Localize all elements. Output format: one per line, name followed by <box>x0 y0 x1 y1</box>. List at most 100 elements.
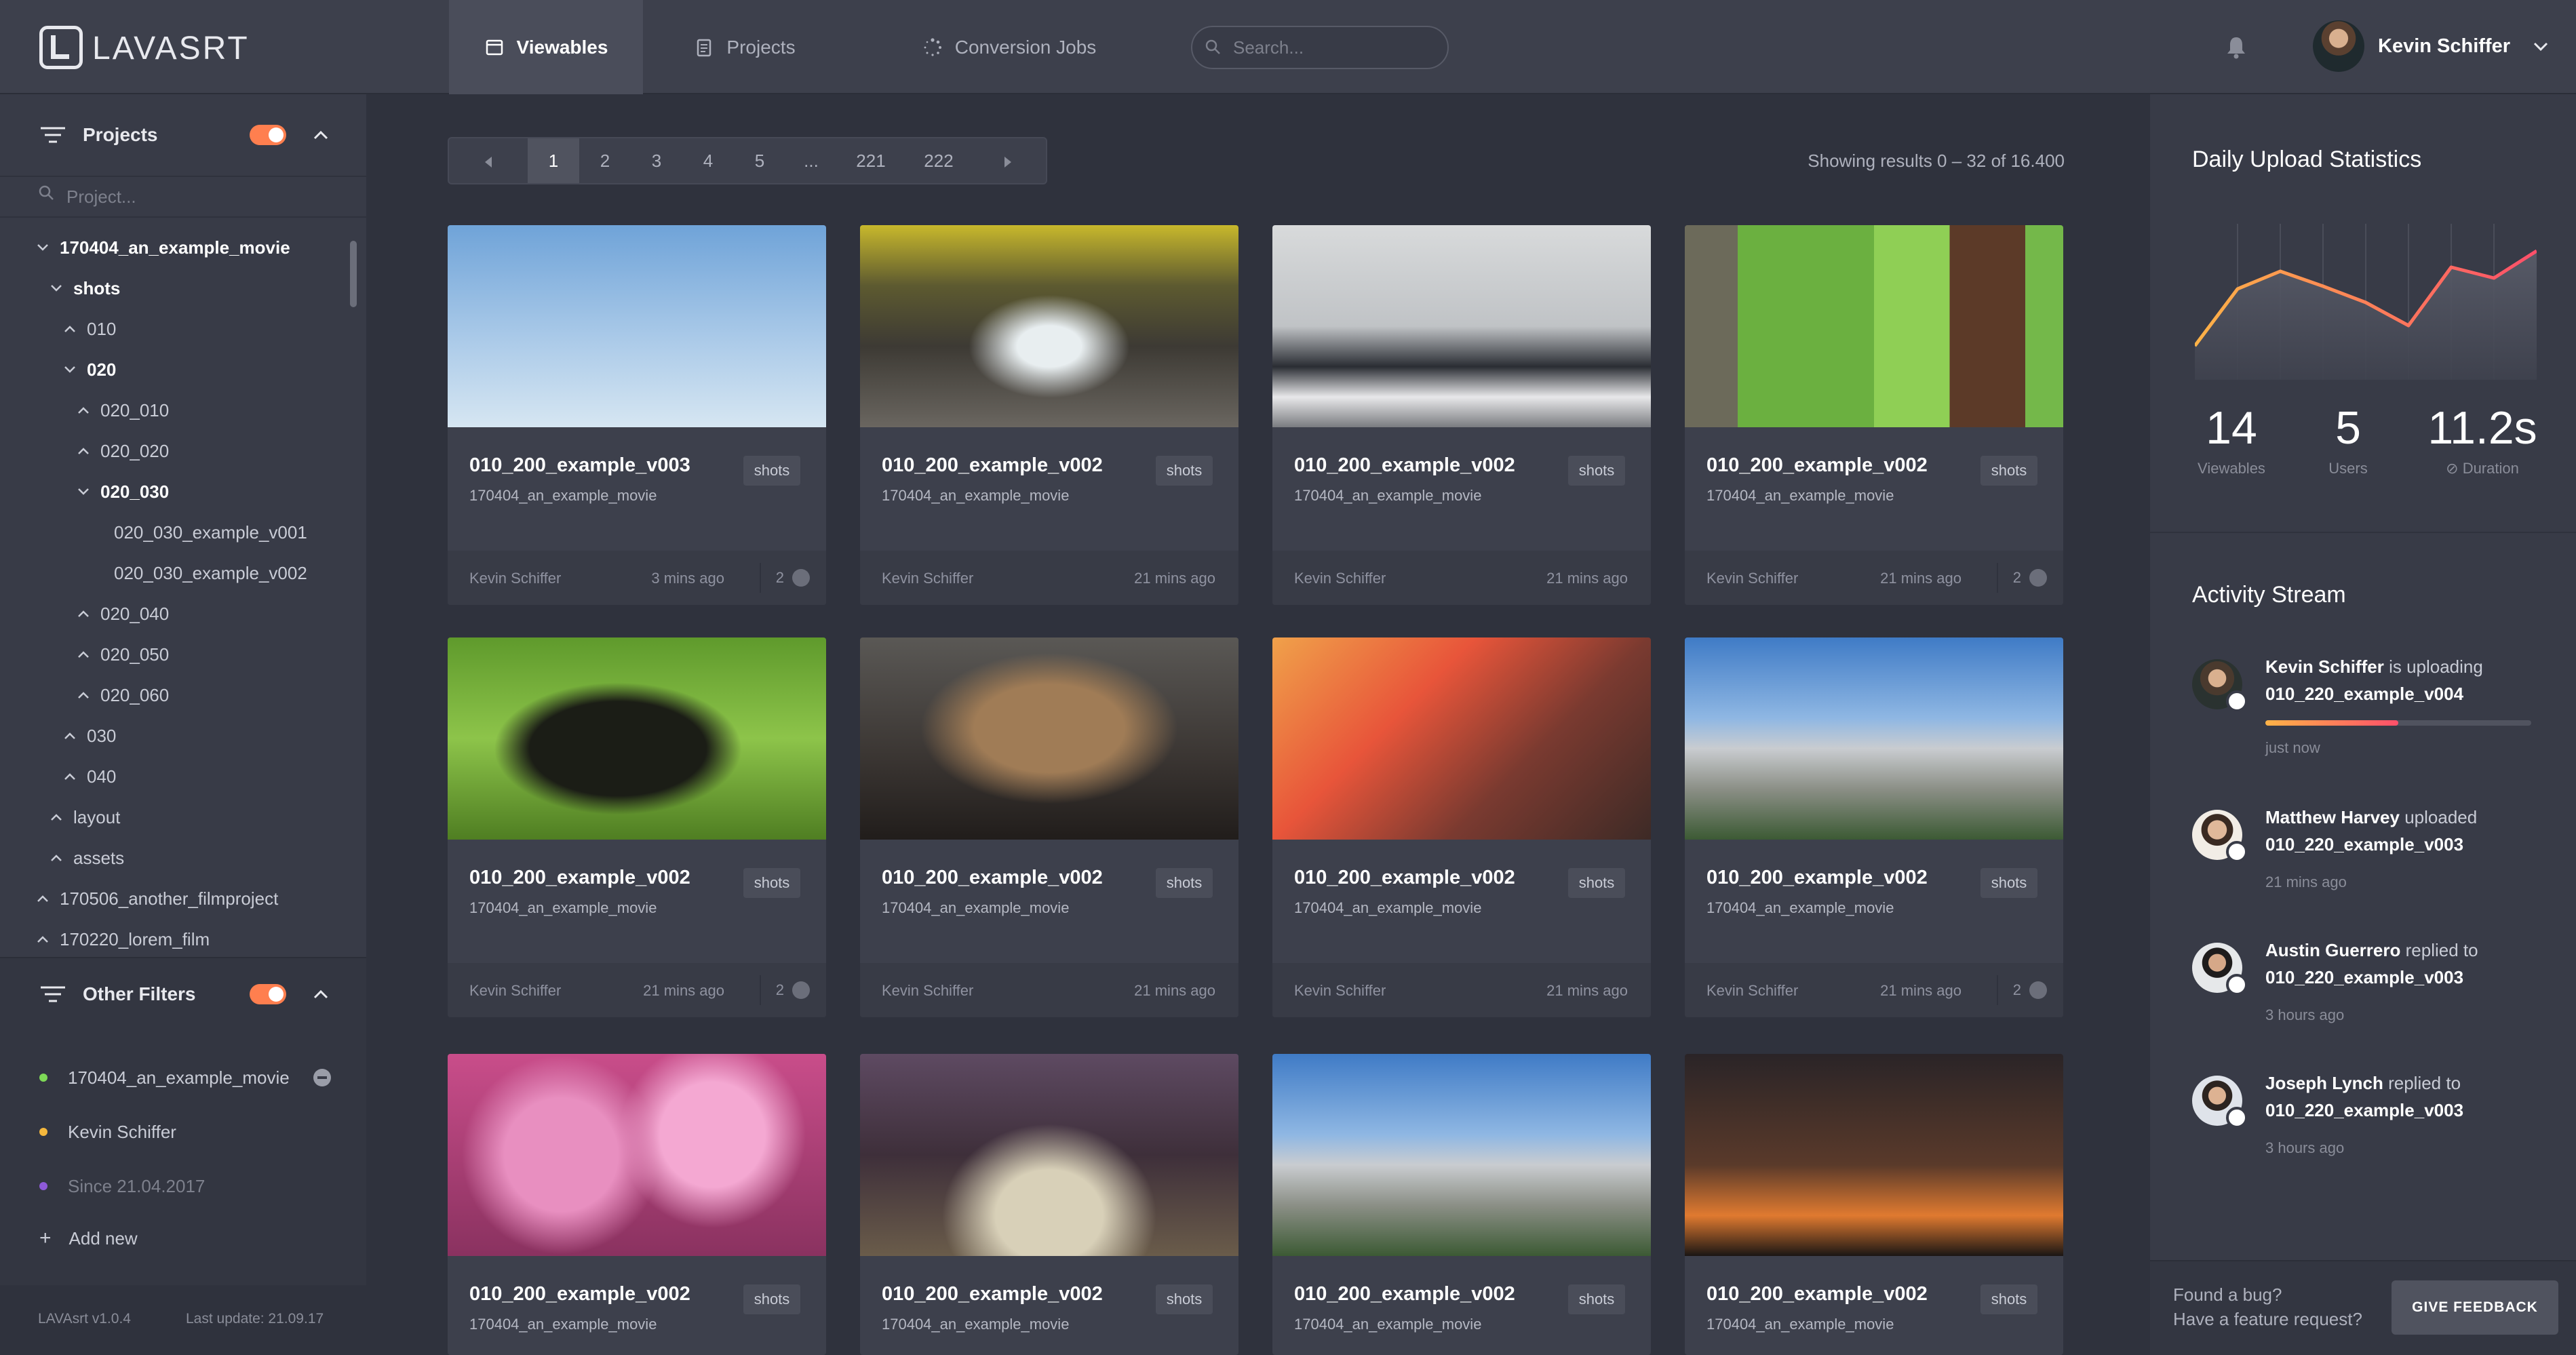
card-tag[interactable]: shots <box>1156 1284 1213 1314</box>
viewable-card[interactable]: 010_200_example_v002 170404_an_example_mo… <box>1685 1054 2063 1355</box>
comment-count[interactable]: 2 <box>759 563 810 593</box>
chevron-up-icon[interactable] <box>35 893 50 904</box>
chevron-up-icon[interactable] <box>312 988 330 1000</box>
card-tag[interactable]: shots <box>1156 456 1213 486</box>
thumbnail-image[interactable] <box>1272 637 1651 840</box>
project-search-input[interactable]: Project... <box>0 176 366 218</box>
page-button[interactable]: 221 <box>837 138 905 183</box>
chevron-down-icon[interactable] <box>62 364 77 375</box>
tree-item[interactable]: 020_050 <box>76 637 169 671</box>
activity-target[interactable]: 010_220_example_v004 <box>2265 684 2463 705</box>
card-tag[interactable]: shots <box>1568 456 1625 486</box>
chevron-down-icon[interactable] <box>49 283 64 294</box>
viewable-card[interactable]: 010_200_example_v002 170404_an_example_mo… <box>1272 637 1651 1017</box>
tree-item[interactable]: 020_010 <box>76 393 169 427</box>
chevron-up-icon[interactable] <box>76 690 91 701</box>
card-title[interactable]: 010_200_example_v002 <box>469 867 690 889</box>
card-title[interactable]: 010_200_example_v002 <box>1706 1283 1928 1305</box>
tree-item[interactable]: 020_030_example_v001 <box>114 515 307 549</box>
tab-viewables[interactable]: Viewables <box>449 0 643 94</box>
thumbnail-image[interactable] <box>1685 1054 2063 1256</box>
viewable-card[interactable]: 010_200_example_v002 170404_an_example_mo… <box>1272 1054 1651 1355</box>
tree-item[interactable]: 040 <box>62 760 116 793</box>
filter-item[interactable]: 170404_an_example_movie <box>39 1057 290 1098</box>
comment-count[interactable]: 2 <box>759 975 810 1005</box>
card-title[interactable]: 010_200_example_v002 <box>1706 867 1928 889</box>
card-title[interactable]: 010_200_example_v002 <box>882 454 1103 477</box>
viewable-card[interactable]: 010_200_example_v003 170404_an_example_mo… <box>448 225 826 605</box>
card-title[interactable]: 010_200_example_v002 <box>469 1283 690 1305</box>
page-button[interactable]: 3 <box>631 138 682 183</box>
activity-target[interactable]: 010_220_example_v003 <box>2265 1100 2463 1121</box>
viewable-card[interactable]: 010_200_example_v002 170404_an_example_mo… <box>1685 225 2063 605</box>
tree-item[interactable]: 010 <box>62 312 116 346</box>
page-button[interactable]: 4 <box>682 138 734 183</box>
thumbnail-image[interactable] <box>1685 225 2063 427</box>
logo-text[interactable]: LAVASRT <box>92 30 250 67</box>
chevron-up-icon[interactable] <box>62 730 77 741</box>
card-tag[interactable]: shots <box>1980 456 2037 486</box>
page-button[interactable]: ... <box>785 138 837 183</box>
chevron-up-icon[interactable] <box>76 608 91 619</box>
thumbnail-image[interactable] <box>860 225 1238 427</box>
add-filter-button[interactable]: + Add new <box>39 1218 138 1259</box>
activity-user[interactable]: Matthew Harvey <box>2265 807 2400 827</box>
card-title[interactable]: 010_200_example_v002 <box>882 867 1103 889</box>
card-tag[interactable]: shots <box>1568 868 1625 898</box>
page-button[interactable]: 2 <box>579 138 631 183</box>
activity-user[interactable]: Kevin Schiffer <box>2265 656 2384 677</box>
tree-item[interactable]: 170506_another_filmproject <box>35 882 278 916</box>
viewable-card[interactable]: 010_200_example_v002 170404_an_example_mo… <box>1685 637 2063 1017</box>
page-button[interactable]: 5 <box>734 138 785 183</box>
chevron-up-icon[interactable] <box>76 649 91 660</box>
tree-item[interactable]: assets <box>49 841 124 875</box>
viewable-card[interactable]: 010_200_example_v002 170404_an_example_mo… <box>1272 225 1651 605</box>
tree-item[interactable]: layout <box>49 800 120 834</box>
card-tag[interactable]: shots <box>1980 868 2037 898</box>
tree-scrollbar[interactable] <box>350 241 357 307</box>
viewable-card[interactable]: 010_200_example_v002 170404_an_example_mo… <box>860 225 1238 605</box>
activity-target[interactable]: 010_220_example_v003 <box>2265 967 2463 988</box>
tree-item[interactable]: 170404_an_example_movie <box>35 231 290 264</box>
tree-item[interactable]: 030 <box>62 719 116 753</box>
thumbnail-image[interactable] <box>448 225 826 427</box>
thumbnail-image[interactable] <box>860 1054 1238 1256</box>
viewable-card[interactable]: 010_200_example_v002 170404_an_example_mo… <box>448 1054 826 1355</box>
card-tag[interactable]: shots <box>743 868 800 898</box>
chevron-up-icon[interactable] <box>49 852 64 863</box>
tree-item[interactable]: 020_020 <box>76 434 169 468</box>
thumbnail-image[interactable] <box>1272 1054 1651 1256</box>
card-tag[interactable]: shots <box>1568 1284 1625 1314</box>
logo-icon[interactable] <box>39 26 83 69</box>
chevron-up-icon[interactable] <box>76 446 91 456</box>
card-title[interactable]: 010_200_example_v002 <box>1706 454 1928 477</box>
card-title[interactable]: 010_200_example_v002 <box>1294 1283 1515 1305</box>
chevron-up-icon[interactable] <box>76 405 91 416</box>
activity-item[interactable]: Joseph Lynch replied to 010_220_example_v… <box>2192 1073 2545 1181</box>
comment-count[interactable]: 2 <box>1996 975 2047 1005</box>
filter-item[interactable]: Since 21.04.2017 <box>39 1166 205 1206</box>
give-feedback-button[interactable]: GIVE FEEDBACK <box>2392 1280 2558 1335</box>
activity-item[interactable]: Austin Guerrero replied to 010_220_exampl… <box>2192 940 2545 1048</box>
search-input[interactable]: Search... <box>1191 26 1449 69</box>
chevron-down-icon[interactable] <box>35 242 50 253</box>
chevron-up-icon[interactable] <box>49 812 64 823</box>
bell-icon[interactable] <box>2225 35 2248 60</box>
tab-conversion-jobs[interactable]: Conversion Jobs <box>846 0 1172 94</box>
chevron-up-icon[interactable] <box>312 129 330 141</box>
tree-item[interactable]: 020_060 <box>76 678 169 712</box>
chevron-up-icon[interactable] <box>62 771 77 782</box>
activity-user[interactable]: Joseph Lynch <box>2265 1073 2383 1093</box>
tree-item[interactable]: 020_040 <box>76 597 169 631</box>
other-filters-toggle[interactable] <box>250 984 286 1004</box>
viewable-card[interactable]: 010_200_example_v002 170404_an_example_mo… <box>860 1054 1238 1355</box>
activity-item[interactable]: Kevin Schiffer is uploading 010_220_examp… <box>2192 656 2545 765</box>
card-title[interactable]: 010_200_example_v002 <box>1294 867 1515 889</box>
card-tag[interactable]: shots <box>743 456 800 486</box>
tab-projects[interactable]: Projects <box>643 0 846 94</box>
card-title[interactable]: 010_200_example_v003 <box>469 454 690 477</box>
tree-item[interactable]: 020_030_example_v002 <box>114 556 307 590</box>
viewable-card[interactable]: 010_200_example_v002 170404_an_example_mo… <box>860 637 1238 1017</box>
thumbnail-image[interactable] <box>860 637 1238 840</box>
next-page-button[interactable] <box>969 138 1047 183</box>
